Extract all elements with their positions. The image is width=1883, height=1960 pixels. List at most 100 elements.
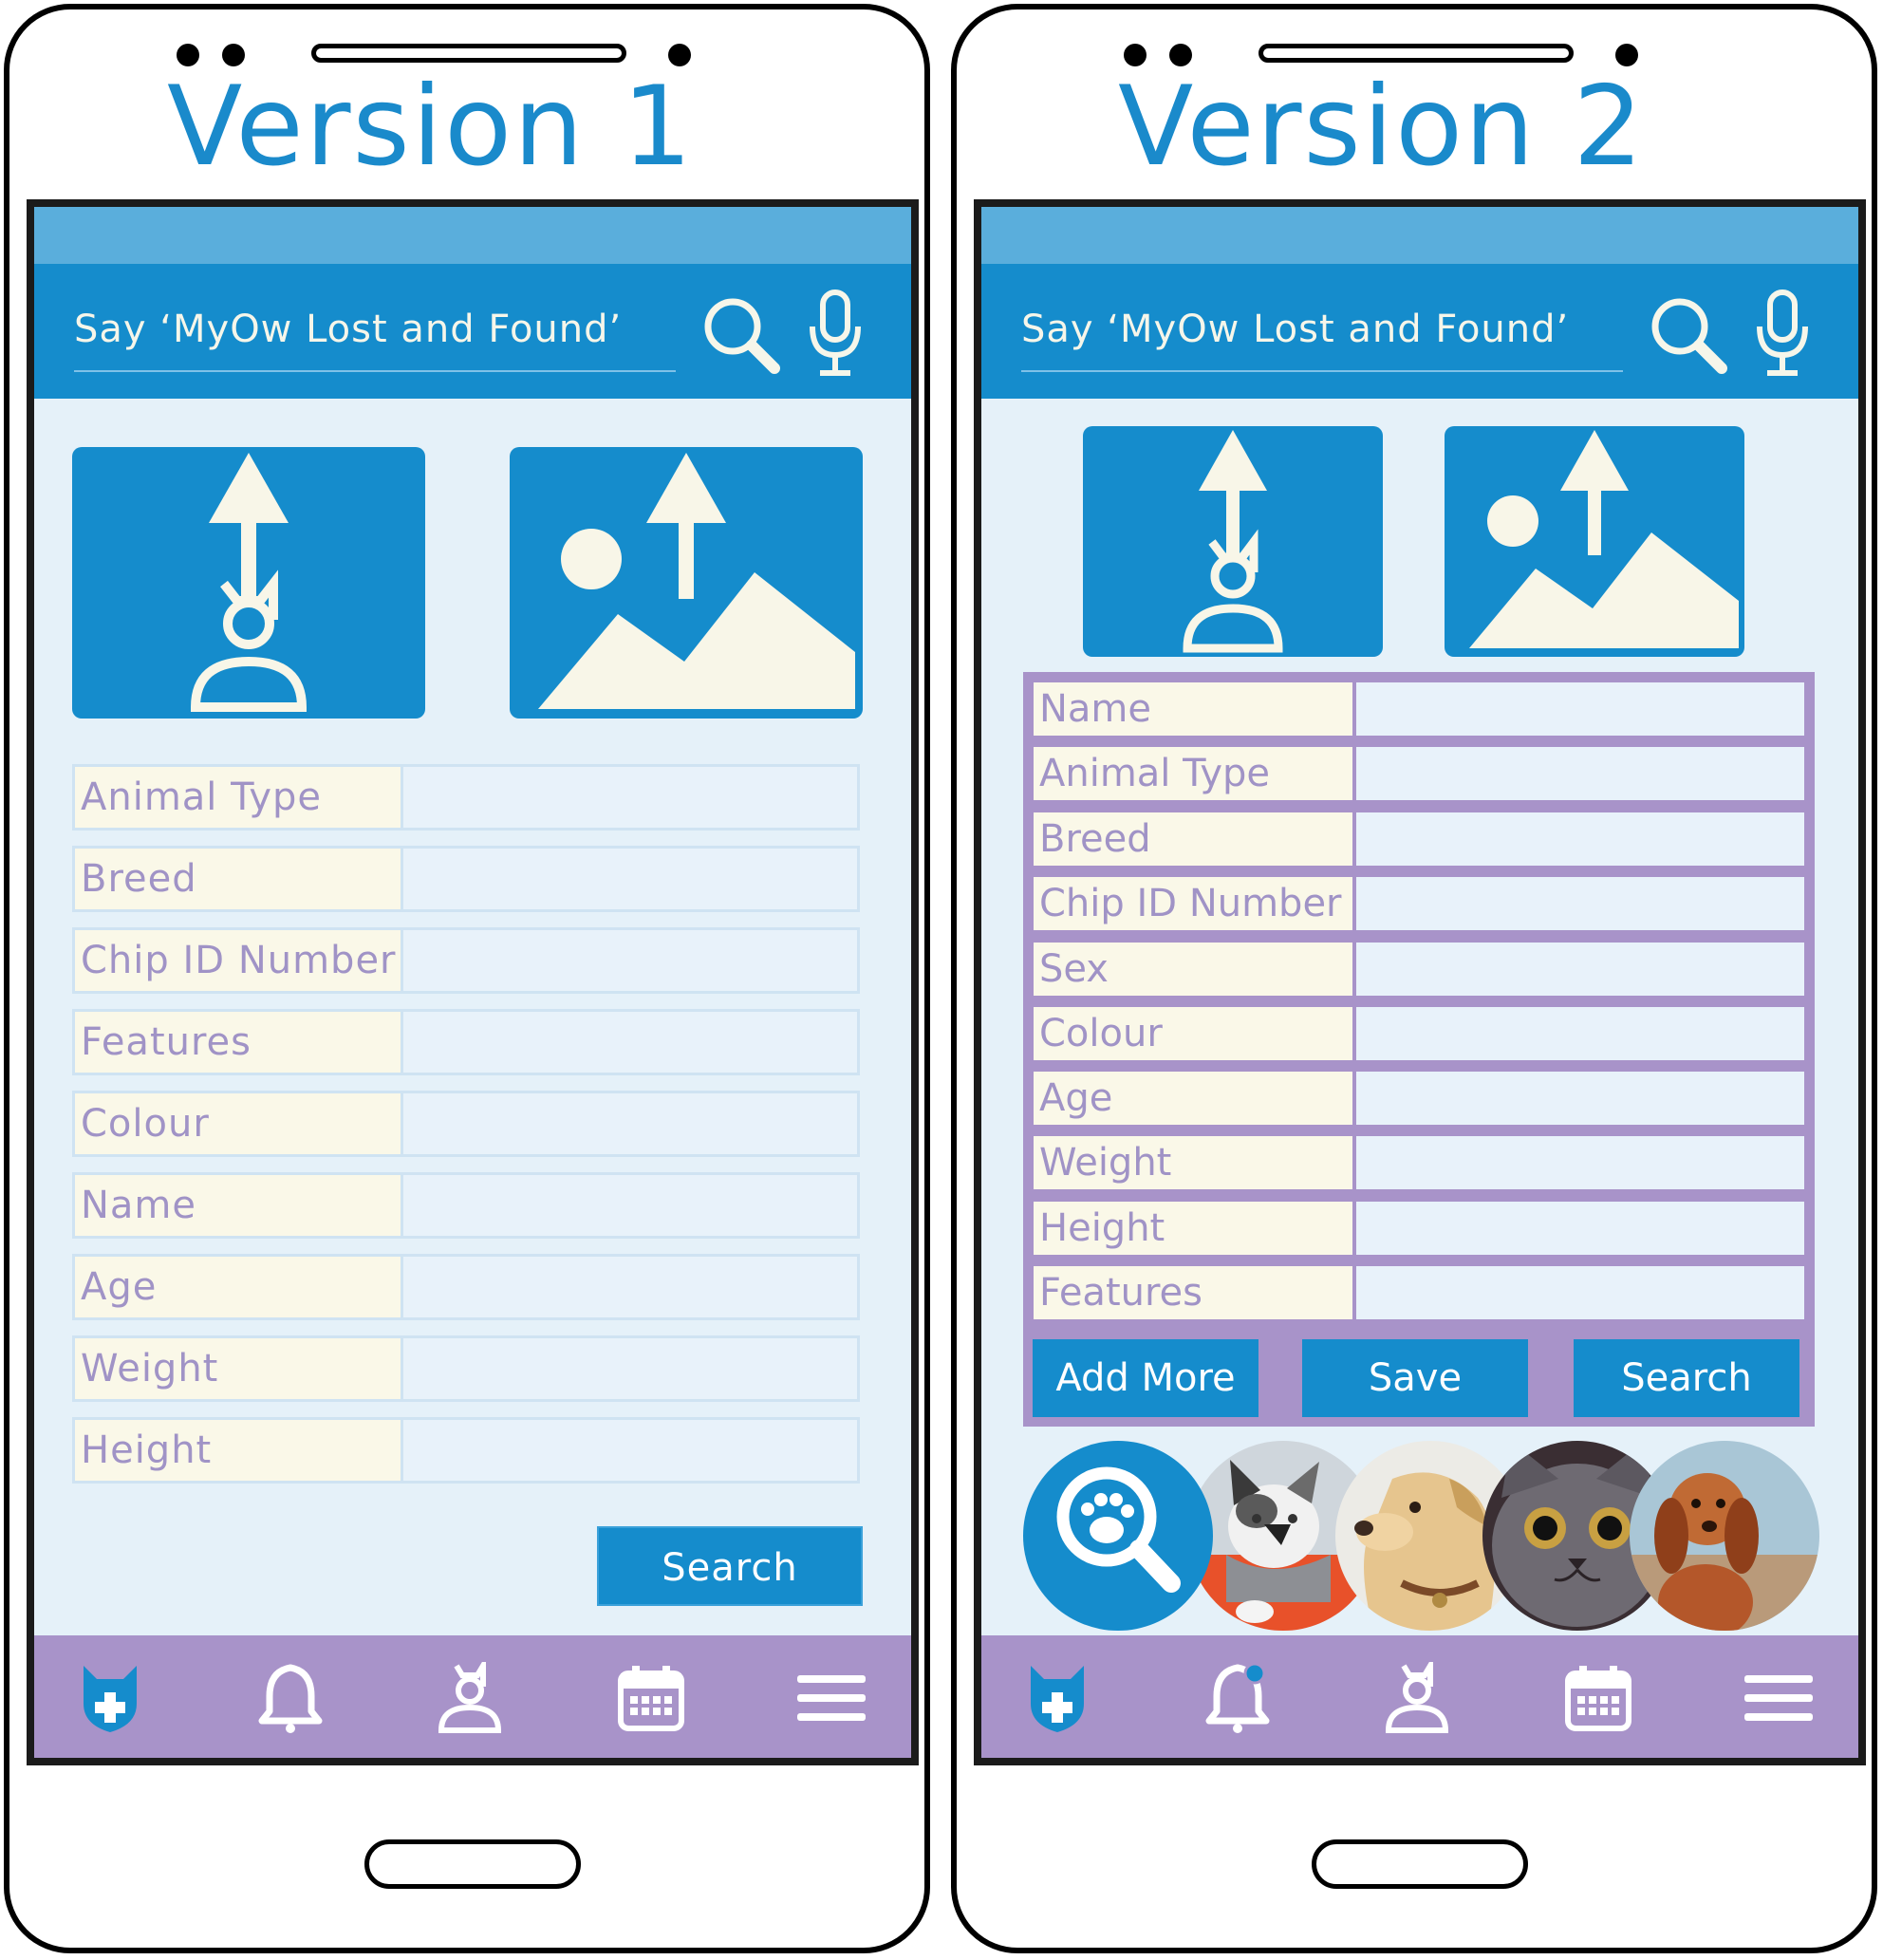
form-row: Breed [72,846,860,912]
field-label: Height [75,1420,401,1481]
field-input[interactable] [401,930,857,991]
profile-icon[interactable] [1383,1662,1451,1734]
field-label: Age [75,1257,401,1317]
pet-details-form: Name Animal Type Breed Chip ID Number Se… [1023,672,1815,1427]
field-label: Name [75,1175,401,1236]
screen: Say ‘MyOw Lost and Found’ [974,199,1866,1765]
calendar-icon[interactable] [617,1662,685,1734]
form-row: Height [1031,1199,1807,1258]
form-row: Colour [1031,1004,1807,1063]
form-row: Colour [72,1091,860,1157]
field-label: Animal Type [1034,747,1352,800]
bell-icon[interactable] [1203,1662,1272,1734]
menu-icon[interactable] [1744,1662,1813,1734]
form-row: Name [72,1172,860,1239]
search-input[interactable]: Say ‘MyOw Lost and Found’ [74,308,622,351]
form-row: Animal Type [1031,744,1807,803]
form-row: Weight [1031,1133,1807,1192]
phone-frame-version-2: Version 2 Say ‘MyOw Lost and Found’ Name… [951,4,1877,1953]
field-input[interactable] [1352,1266,1804,1319]
form-row: Height [72,1417,860,1484]
form-row: Chip ID Number [1031,874,1807,933]
calendar-icon[interactable] [1564,1662,1632,1734]
field-input[interactable] [401,1093,857,1154]
status-bar [34,207,911,264]
search-input[interactable]: Say ‘MyOw Lost and Found’ [1021,308,1569,351]
search-icon[interactable] [700,294,782,376]
speaker-slot [311,44,626,63]
form-row: Weight [72,1335,860,1402]
form-row: Age [1031,1069,1807,1128]
menu-icon[interactable] [797,1662,866,1734]
pet-photo-dog-spaniel[interactable] [1630,1441,1819,1631]
form-row: Sex [1031,940,1807,999]
form-row: Animal Type [72,764,860,831]
microphone-icon[interactable] [1754,289,1811,380]
version-title: Version 1 [167,63,695,191]
search-button[interactable]: Search [1574,1339,1799,1417]
bottom-nav-bar [981,1635,1858,1758]
field-label: Animal Type [75,767,401,828]
field-label: Features [75,1012,401,1073]
form-row: Age [72,1254,860,1320]
field-label: Chip ID Number [1034,877,1352,930]
field-label: Weight [1034,1136,1352,1189]
search-icon[interactable] [1648,294,1729,376]
field-label: Breed [1034,812,1352,866]
field-label: Breed [75,849,401,909]
field-input[interactable] [401,1012,857,1073]
upload-pet-profile-button[interactable] [72,447,425,719]
upload-image-button[interactable] [510,447,863,719]
add-more-button[interactable]: Add More [1033,1339,1258,1417]
field-input[interactable] [1352,747,1804,800]
search-bar: Say ‘MyOw Lost and Found’ [34,264,911,399]
field-input[interactable] [401,1175,857,1236]
search-underline [74,370,676,372]
field-label: Colour [75,1093,401,1154]
profile-icon[interactable] [436,1662,504,1734]
notification-dot-icon [1243,1662,1266,1685]
field-input[interactable] [1352,1007,1804,1060]
field-input[interactable] [1352,812,1804,866]
home-button[interactable] [364,1839,581,1889]
form-row: Chip ID Number [72,927,860,994]
pet-health-icon[interactable] [76,1662,144,1734]
field-input[interactable] [1352,1202,1804,1255]
status-bar [981,207,1858,264]
search-button[interactable]: Search [597,1526,863,1606]
search-bar: Say ‘MyOw Lost and Found’ [981,264,1858,399]
pet-search-fab[interactable] [1023,1441,1213,1631]
form-row: Name [1031,680,1807,738]
home-button[interactable] [1312,1839,1528,1889]
field-input[interactable] [1352,1136,1804,1189]
search-underline [1021,370,1623,372]
field-label: Name [1034,682,1352,736]
field-input[interactable] [401,849,857,909]
field-input[interactable] [401,767,857,828]
field-label: Chip ID Number [75,930,401,991]
field-input[interactable] [401,1420,857,1481]
form-row: Features [72,1009,860,1075]
field-label: Age [1034,1072,1352,1125]
field-input[interactable] [401,1338,857,1399]
field-input[interactable] [1352,943,1804,996]
field-label: Sex [1034,943,1352,996]
microphone-icon[interactable] [807,289,864,380]
upload-image-button[interactable] [1445,426,1744,657]
form-row: Features [1031,1263,1807,1322]
field-label: Height [1034,1202,1352,1255]
pet-health-icon[interactable] [1023,1662,1091,1734]
speaker-slot [1258,44,1574,63]
form-row: Breed [1031,810,1807,868]
screen: Say ‘MyOw Lost and Found’ [27,199,919,1765]
field-input[interactable] [401,1257,857,1317]
field-input[interactable] [1352,877,1804,930]
bottom-nav-bar [34,1635,911,1758]
field-label: Features [1034,1266,1352,1319]
field-input[interactable] [1352,1072,1804,1125]
field-label: Weight [75,1338,401,1399]
upload-pet-profile-button[interactable] [1083,426,1383,657]
bell-icon[interactable] [256,1662,325,1734]
save-button[interactable]: Save [1302,1339,1528,1417]
field-input[interactable] [1352,682,1804,736]
